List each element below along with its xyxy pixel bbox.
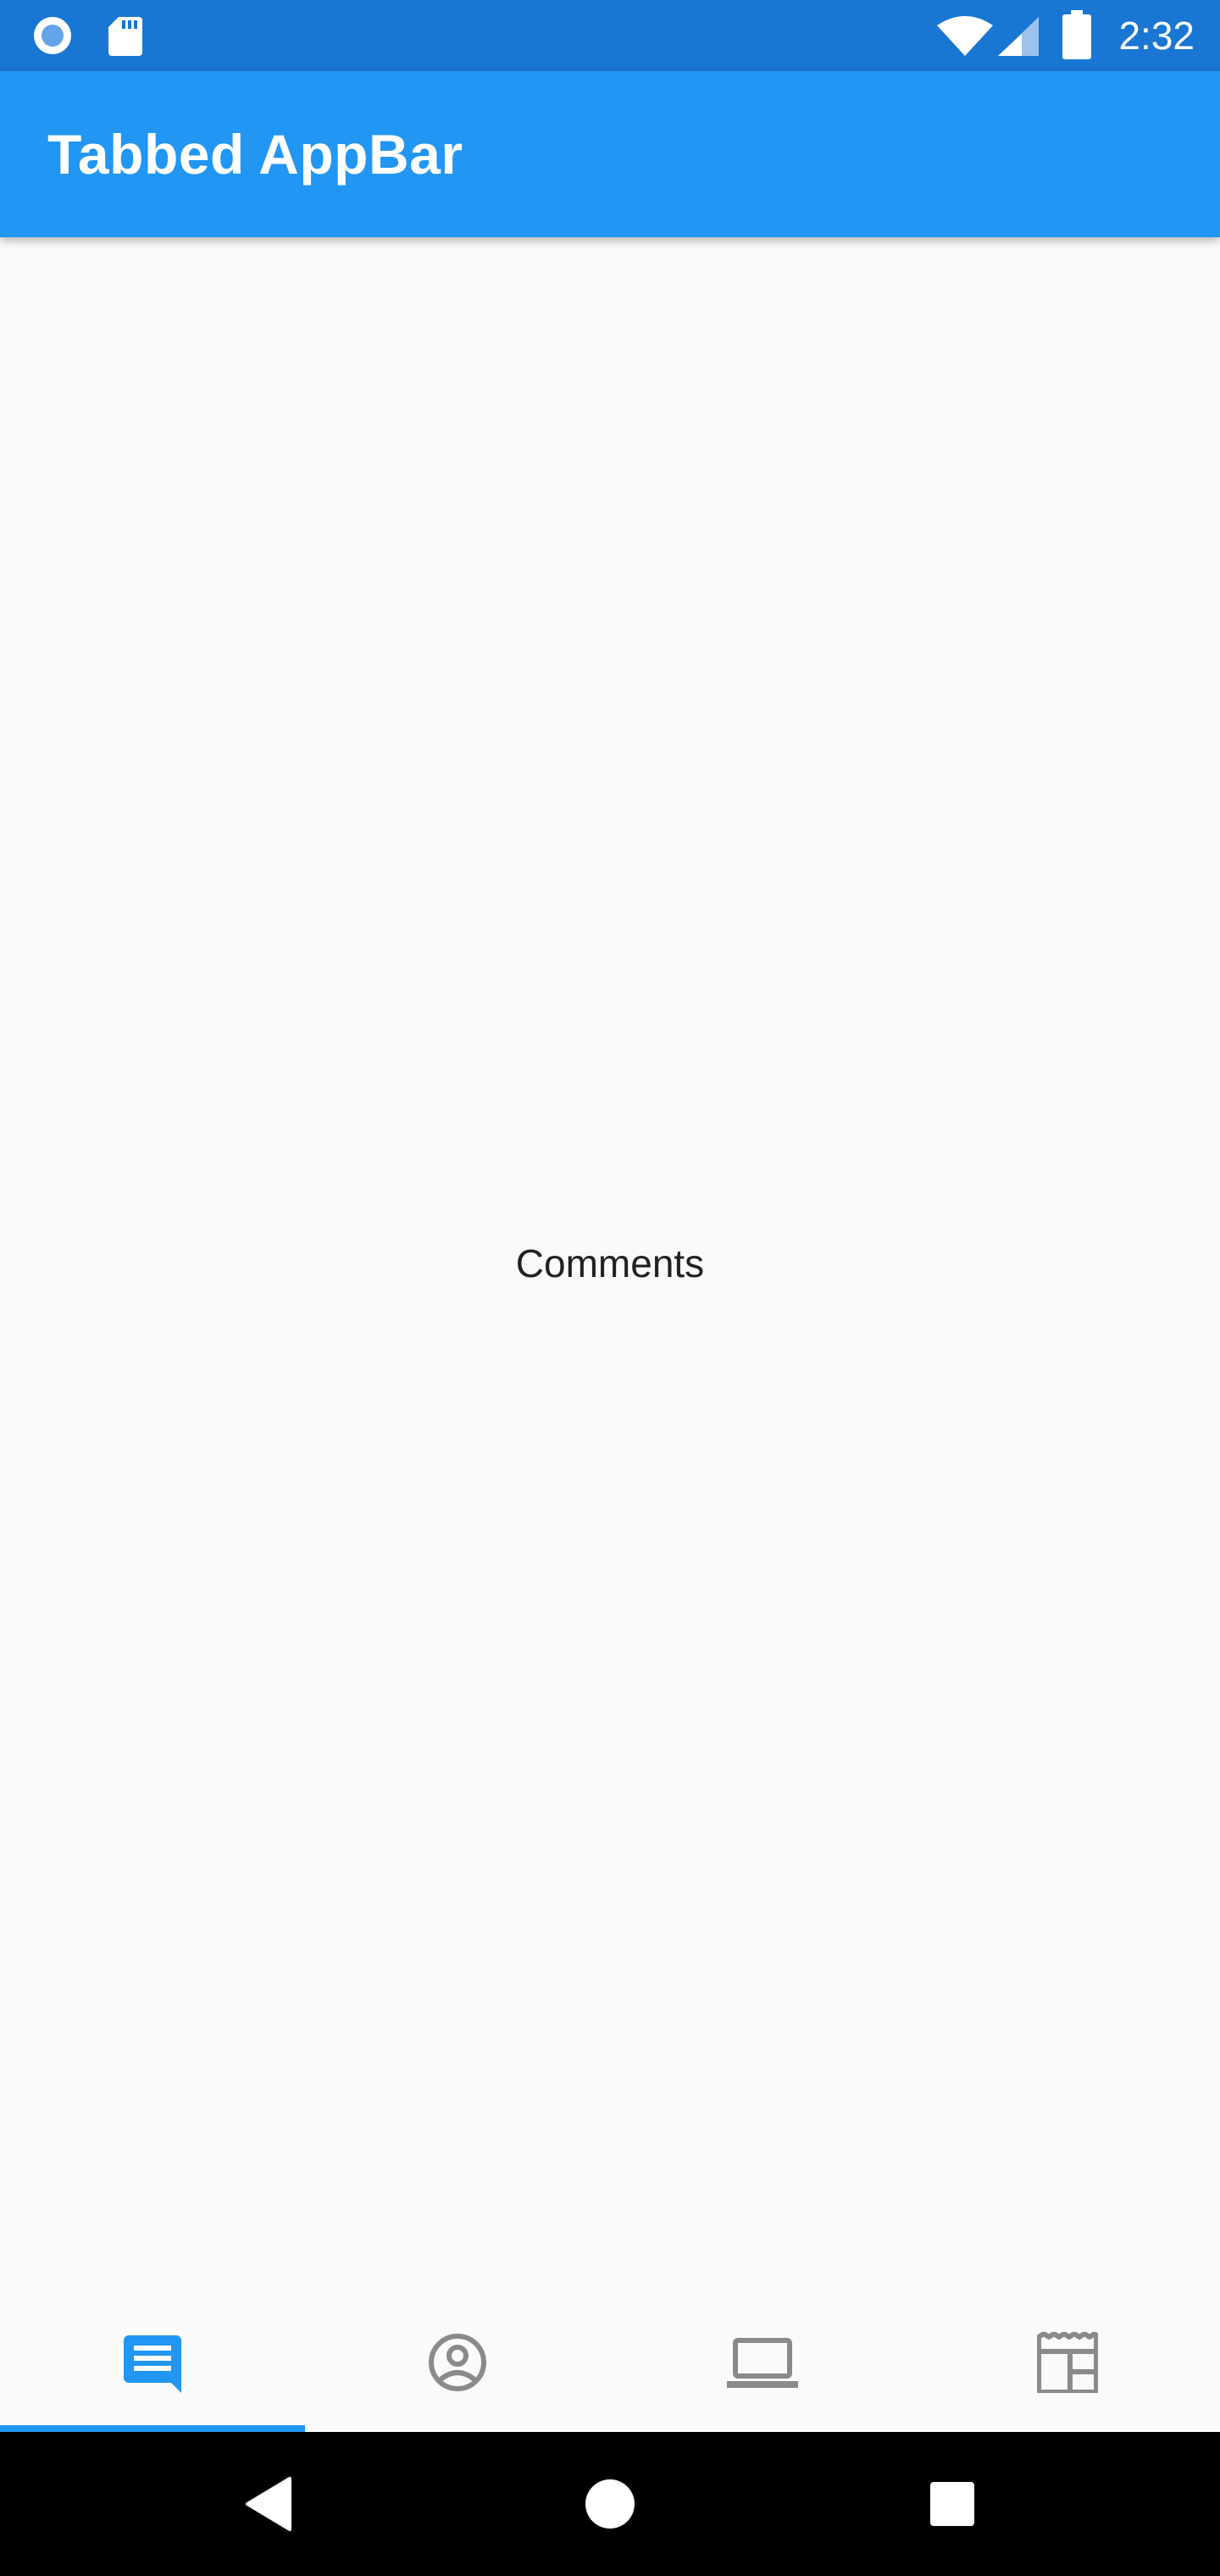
status-bar: 2:32	[0, 0, 1220, 71]
signal-icon	[996, 15, 1040, 58]
newspaper-icon	[1037, 2332, 1098, 2393]
tab-news[interactable]	[915, 2301, 1220, 2432]
account-circle-icon	[429, 2334, 486, 2391]
tab-account[interactable]	[305, 2301, 610, 2432]
status-time: 2:32	[1118, 14, 1195, 58]
app-bar-title: Tabbed AppBar	[47, 123, 463, 186]
wifi-icon	[935, 15, 995, 58]
bottom-tab-bar	[0, 2301, 1220, 2432]
record-icon	[30, 14, 75, 58]
tab-comments[interactable]	[0, 2301, 305, 2432]
tab-body-text: Comments	[515, 1241, 705, 1285]
tab-body: Comments	[0, 237, 1220, 2301]
selected-tab-indicator	[0, 2425, 305, 2432]
tab-computer[interactable]	[610, 2301, 915, 2432]
laptop-icon	[727, 2338, 798, 2388]
system-nav-bar	[0, 2432, 1220, 2576]
phone-screen: 2:32 Tabbed AppBar Comments	[0, 0, 1220, 2576]
back-icon	[246, 2477, 291, 2531]
battery-icon	[1062, 10, 1091, 59]
home-button[interactable]	[576, 2470, 644, 2538]
back-button[interactable]	[237, 2470, 305, 2538]
comment-icon	[124, 2335, 181, 2393]
home-icon	[585, 2479, 635, 2529]
recents-icon	[930, 2482, 974, 2526]
app-bar: Tabbed AppBar	[0, 71, 1220, 237]
sd-card-icon	[107, 15, 144, 58]
recents-button[interactable]	[918, 2470, 986, 2538]
